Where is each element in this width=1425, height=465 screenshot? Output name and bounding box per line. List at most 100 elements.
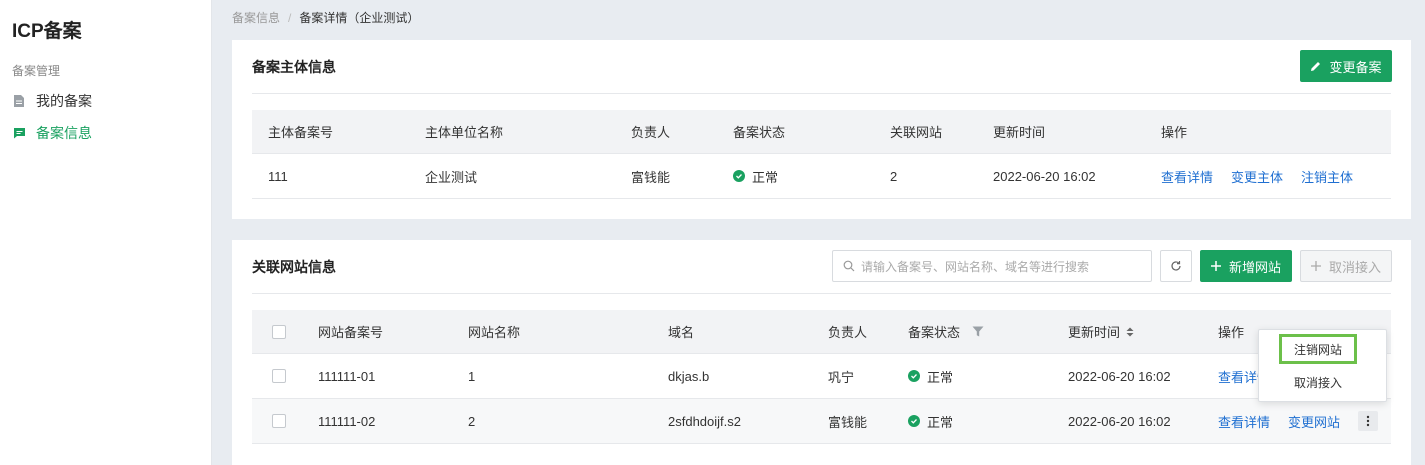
breadcrumb: 备案信息 / 备案详情（企业测试）: [232, 9, 419, 26]
websites-card-title: 关联网站信息: [252, 259, 336, 275]
check-circle-icon: [733, 170, 745, 182]
sidebar-item-label: 备案信息: [36, 125, 92, 141]
breadcrumb-current: 备案详情（企业测试）: [299, 11, 420, 25]
select-all-cell: [272, 310, 286, 353]
status-cell: 正常: [733, 154, 778, 198]
column-header: 负责人: [828, 325, 868, 340]
status-cell: 正常: [908, 354, 953, 398]
sort-icon[interactable]: [1126, 327, 1134, 337]
change-entity-link[interactable]: 变更主体: [1231, 167, 1283, 186]
table-header: 主体备案号 主体单位名称 负责人 备案状态 关联网站 更新时间 操作: [252, 110, 1391, 154]
updated-time: 2022-06-20 16:02: [993, 168, 1096, 184]
domain: dkjas.b: [668, 368, 710, 384]
column-header-label: 备案状态: [908, 325, 961, 340]
record-number: 111111-01: [318, 368, 376, 384]
sidebar-item-filing-info[interactable]: 备案信息: [12, 123, 92, 143]
document-icon: [12, 94, 26, 108]
breadcrumb-separator: /: [288, 10, 292, 25]
owner: 富钱能: [828, 414, 868, 430]
table-row: 111111-02 2 2sfdhdoijf.s2 富钱能 正常 2022-06…: [252, 399, 1391, 444]
column-header: 域名: [668, 325, 695, 340]
checkbox-cell: [272, 399, 286, 443]
record-number: 111111-02: [318, 413, 376, 429]
nav-section-label: 备案管理: [12, 64, 61, 78]
change-website-link[interactable]: 变更网站: [1288, 412, 1340, 431]
menu-item-cancel-website[interactable]: 注销网站: [1279, 334, 1357, 364]
entity-info-card: 备案主体信息 变更备案 主体备案号 主体单位名称 负责人 备案状态 关联网站 更…: [232, 40, 1411, 219]
owner: 富钱能: [631, 169, 671, 185]
divider: [252, 93, 1391, 94]
entity-table: 主体备案号 主体单位名称 负责人 备案状态 关联网站 更新时间 操作 111 企…: [252, 110, 1391, 200]
column-header: 操作: [1161, 125, 1188, 140]
status-cell: 正常: [908, 399, 953, 443]
row-checkbox[interactable]: [272, 369, 286, 383]
owner: 巩宁: [828, 369, 855, 385]
entity-card-title: 备案主体信息: [252, 59, 336, 75]
menu-item-cancel-access[interactable]: 取消接入: [1279, 368, 1357, 396]
record-number: 111: [268, 168, 288, 184]
status-text: 正常: [752, 169, 779, 185]
actions-cell: 查看详情 变更网站: [1218, 399, 1379, 443]
cancel-access-button[interactable]: 取消接入: [1300, 250, 1392, 282]
column-header: 负责人: [631, 125, 671, 140]
domain: 2sfdhdoijf.s2: [668, 413, 741, 429]
view-details-link[interactable]: 查看详情: [1218, 412, 1270, 431]
updated-column-header: 更新时间: [1068, 310, 1134, 353]
pencil-icon: [1310, 61, 1321, 72]
filter-icon[interactable]: [972, 326, 984, 337]
view-details-link[interactable]: 查看详情: [1161, 167, 1213, 186]
site-count: 2: [890, 168, 898, 184]
more-actions-dropdown: 注销网站 取消接入: [1258, 329, 1387, 402]
message-icon: [12, 126, 26, 140]
add-website-button[interactable]: 新增网站: [1200, 250, 1292, 282]
table-row: 111 企业测试 富钱能 正常 2 2022-06-20 16:02 查看详情 …: [252, 154, 1391, 199]
search-icon: [843, 260, 855, 272]
column-header-label: 更新时间: [1068, 325, 1121, 340]
updated-time: 2022-06-20 16:02: [1068, 368, 1171, 384]
app-title: ICP备案: [12, 21, 82, 42]
change-filing-label: 变更备案: [1329, 59, 1382, 75]
search-input[interactable]: 请输入备案号、网站名称、域名等进行搜索: [832, 250, 1152, 282]
status-column-header: 备案状态: [908, 310, 984, 353]
sidebar: ICP备案 备案管理 我的备案 备案信息: [0, 0, 212, 465]
website-name: 2: [468, 413, 476, 429]
table-header: 网站备案号 网站名称 域名 负责人 备案状态 更新时间 操作: [252, 310, 1391, 354]
divider: [252, 293, 1391, 294]
check-circle-icon: [908, 415, 920, 427]
change-filing-button[interactable]: 变更备案: [1300, 50, 1392, 82]
column-header: 操作: [1218, 325, 1245, 340]
refresh-button[interactable]: [1160, 250, 1192, 282]
column-header: 更新时间: [993, 125, 1046, 140]
sidebar-item-my-filings[interactable]: 我的备案: [12, 91, 92, 111]
row-checkbox[interactable]: [272, 414, 286, 428]
column-header: 网站备案号: [318, 325, 384, 340]
website-name: 1: [468, 368, 476, 384]
cancel-access-label: 取消接入: [1328, 259, 1381, 275]
check-circle-icon: [908, 370, 920, 382]
websites-table: 网站备案号 网站名称 域名 负责人 备案状态 更新时间 操作 111111-01…: [252, 310, 1391, 445]
column-header: 备案状态: [733, 125, 786, 140]
websites-card: 关联网站信息 请输入备案号、网站名称、域名等进行搜索 新增网站 取消接入 网站备…: [232, 240, 1411, 465]
column-header: 主体备案号: [268, 125, 334, 140]
updated-time: 2022-06-20 16:02: [1068, 413, 1171, 429]
breadcrumb-parent[interactable]: 备案信息: [232, 9, 280, 26]
search-placeholder: 请输入备案号、网站名称、域名等进行搜索: [861, 259, 1090, 274]
status-text: 正常: [927, 414, 954, 430]
add-website-label: 新增网站: [1228, 259, 1281, 275]
column-header: 主体单位名称: [425, 125, 504, 140]
more-vertical-icon: [1366, 415, 1370, 427]
company-name: 企业测试: [425, 169, 478, 185]
column-header: 网站名称: [468, 325, 521, 340]
column-header: 关联网站: [890, 125, 943, 140]
status-text: 正常: [927, 369, 954, 385]
cancel-entity-link[interactable]: 注销主体: [1301, 167, 1353, 186]
select-all-checkbox[interactable]: [272, 324, 286, 339]
more-actions-button[interactable]: [1358, 411, 1379, 431]
sidebar-item-label: 我的备案: [36, 93, 92, 109]
refresh-icon: [1170, 260, 1182, 272]
checkbox-cell: [272, 354, 286, 398]
table-row: 111111-01 1 dkjas.b 巩宁 正常 2022-06-20 16:…: [252, 354, 1391, 399]
actions-cell: 查看详情 变更主体 注销主体: [1161, 154, 1371, 198]
plus-icon: [1210, 261, 1221, 271]
plus-icon: [1310, 261, 1321, 271]
